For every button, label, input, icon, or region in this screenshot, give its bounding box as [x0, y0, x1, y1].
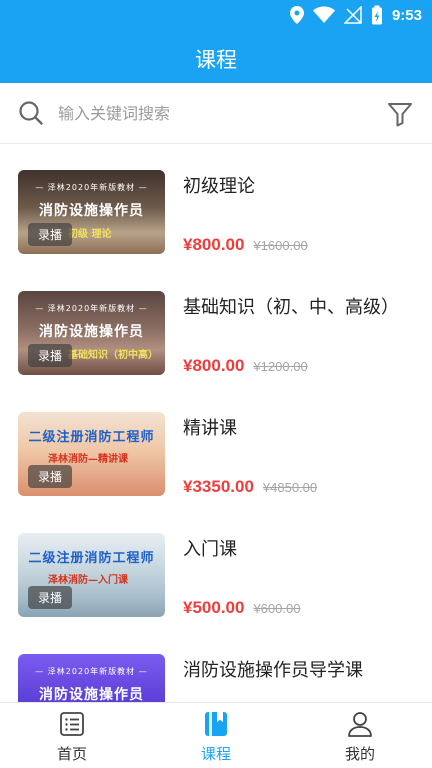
status-icons: 9:53 [289, 5, 422, 25]
course-book-icon [205, 712, 227, 736]
home-list-icon [60, 712, 84, 736]
course-item[interactable]: — 泽林2020年新版教材 — 消防设施操作员 初级 理论 录播 初级理论 ¥8… [0, 145, 432, 266]
search-icon[interactable] [18, 100, 44, 126]
course-title[interactable]: 消防设施操作员导学课 [183, 656, 363, 682]
course-thumbnail[interactable]: 二级注册消防工程师 泽林消防—入门课 录播 [18, 533, 165, 617]
status-bar: 9:53 [0, 0, 432, 30]
thumbnail-heading: 二级注册消防工程师 [28, 551, 155, 566]
thumbnail-caption: — 泽林2020年新版教材 — [35, 667, 148, 676]
thumbnail-heading: 消防设施操作员 [39, 324, 144, 340]
course-item[interactable]: 二级注册消防工程师 泽林消防—入门课 录播 入门课 ¥500.00 ¥600.0… [0, 508, 432, 629]
thumbnail-heading: 二级注册消防工程师 [28, 430, 155, 445]
signal-icon [343, 6, 362, 24]
thumbnail-caption: — 泽林2020年新版教材 — [35, 183, 148, 192]
thumbnail-subheading: 初级 理论 [68, 229, 112, 240]
course-price: ¥800.00 [183, 235, 245, 254]
search-bar [0, 83, 432, 144]
filter-icon[interactable] [386, 100, 414, 128]
wifi-icon [312, 6, 335, 23]
course-price: ¥800.00 [183, 356, 245, 375]
thumbnail-subheading: 泽林消防—入门课 [48, 575, 128, 586]
course-thumbnail[interactable]: 二级注册消防工程师 泽林消防—精讲课 录播 [18, 412, 165, 496]
price-row: ¥3350.00 ¥4850.00 [183, 477, 317, 497]
course-item[interactable]: — 泽林2020年新版教材 — 消防设施操作员 基础知识（初中高） 录播 基础知… [0, 266, 432, 387]
course-thumbnail[interactable]: — 泽林2020年新版教材 — 消防设施操作员 [18, 654, 165, 702]
original-price: ¥4850.00 [262, 480, 318, 495]
recorded-tag: 录播 [28, 586, 73, 609]
nav-label: 我的 [344, 745, 375, 763]
thumbnail-heading: 消防设施操作员 [39, 687, 144, 702]
thumbnail-subheading: 泽林消防—精讲课 [48, 454, 128, 465]
original-price: ¥1200.00 [253, 359, 308, 374]
nav-item-profile[interactable]: 我的 [288, 703, 432, 768]
thumbnail-subheading: 基础知识（初中高） [68, 350, 158, 361]
course-item[interactable]: 二级注册消防工程师 泽林消防—精讲课 录播 精讲课 ¥3350.00 ¥4850… [0, 387, 432, 508]
page-title: 课程 [195, 48, 237, 72]
price-row: ¥800.00 ¥1200.00 [183, 356, 308, 376]
status-time: 9:53 [391, 6, 422, 24]
original-price: ¥600.00 [253, 601, 301, 616]
thumbnail-caption: — 泽林2020年新版教材 — [35, 304, 148, 313]
course-title[interactable]: 基础知识（初、中、高级） [183, 293, 399, 319]
course-thumbnail[interactable]: — 泽林2020年新版教材 — 消防设施操作员 基础知识（初中高） 录播 [18, 291, 165, 375]
thumbnail-heading: 消防设施操作员 [39, 203, 144, 219]
bottom-nav: 首页 课程 我的 [0, 702, 432, 768]
course-price: ¥3350.00 [183, 477, 254, 496]
profile-user-icon [348, 712, 372, 737]
original-price: ¥1600.00 [253, 238, 308, 253]
course-thumbnail[interactable]: — 泽林2020年新版教材 — 消防设施操作员 初级 理论 录播 [18, 170, 165, 254]
course-list[interactable]: — 泽林2020年新版教材 — 消防设施操作员 初级 理论 录播 初级理论 ¥8… [0, 145, 432, 702]
course-price: ¥500.00 [183, 598, 245, 617]
nav-item-home[interactable]: 首页 [0, 703, 144, 768]
course-title[interactable]: 精讲课 [183, 414, 237, 440]
price-row: ¥800.00 ¥1600.00 [183, 235, 308, 255]
search-input[interactable] [58, 99, 368, 127]
course-title[interactable]: 入门课 [183, 535, 237, 561]
nav-label: 首页 [56, 745, 87, 763]
app-header: 课程 [0, 30, 432, 83]
course-item[interactable]: — 泽林2020年新版教材 — 消防设施操作员 消防设施操作员导学课 [0, 629, 432, 702]
nav-item-courses[interactable]: 课程 [144, 703, 288, 768]
recorded-tag: 录播 [28, 465, 73, 488]
price-row: ¥500.00 ¥600.00 [183, 598, 300, 618]
course-title[interactable]: 初级理论 [183, 172, 255, 198]
location-icon [289, 6, 304, 24]
nav-label: 课程 [200, 745, 231, 763]
battery-icon [371, 5, 382, 25]
recorded-tag: 录播 [28, 223, 73, 246]
recorded-tag: 录播 [28, 344, 73, 367]
